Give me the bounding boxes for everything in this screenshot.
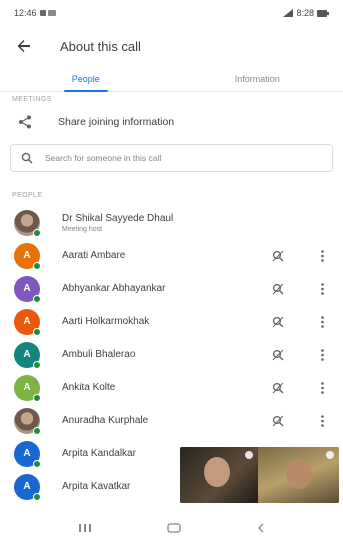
mic-mute-icon[interactable] [271,315,285,329]
participant-name: Aarati Ambare [62,250,126,261]
participant-row[interactable]: A Abhyankar Abhayankar [0,272,343,305]
arrow-left-icon [17,40,30,52]
recents-icon[interactable] [78,523,92,533]
participant-name: Ambuli Bhalerao [62,349,136,360]
app-bar: About this call [0,26,343,66]
more-vertical-icon[interactable] [319,315,325,329]
signal-icon [283,9,294,17]
avatar-initial: A [23,349,31,360]
avatar: A [14,440,41,468]
search-placeholder: Search for someone in this call [45,153,162,163]
online-status-dot [33,492,41,501]
avatar: A [14,374,41,402]
back-button[interactable] [12,34,36,58]
search-icon [21,152,33,164]
online-status-dot [33,261,41,270]
status-left: 12:46 [14,8,58,18]
avatar-initial: A [23,382,31,393]
status-bar: 12:46 8:28 [0,0,343,26]
avatar-initial: A [23,283,31,294]
share-label: Share joining information [58,116,175,128]
participant-actions [271,315,325,329]
status-right: 8:28 [283,8,329,18]
online-status-dot [33,294,41,303]
mic-mute-icon[interactable] [271,414,285,428]
mic-mute-icon[interactable] [271,348,285,362]
pip-mic-icon [245,451,253,459]
participant-text: Dr Shikal Sayyede Dhaul Meeting host [62,213,331,233]
online-status-dot [33,459,41,468]
participant-name: Abhyankar Abhayankar [62,283,166,294]
mic-mute-icon[interactable] [271,381,285,395]
status-right-text: 8:28 [296,8,314,18]
home-icon[interactable] [166,523,181,533]
participant-actions [271,249,325,263]
tab-information[interactable]: Information [172,66,343,91]
participant-actions [271,348,325,362]
more-vertical-icon[interactable] [319,249,325,263]
pip-face [286,459,312,489]
more-vertical-icon[interactable] [319,414,325,428]
mic-mute-icon[interactable] [271,249,285,263]
back-nav-icon[interactable] [256,523,266,533]
pip-face [204,457,230,487]
section-label-meetings: MEETINGS [12,95,52,103]
avatar: A [14,242,41,270]
participant-name: Ankita Kolte [62,382,116,393]
participant-row[interactable]: A Ambuli Bhalerao [0,338,343,371]
participant-actions [271,282,325,296]
participant-actions [271,381,325,395]
participant-name: Aarti Holkarmokhak [62,316,150,327]
avatar: A [14,308,41,336]
participant-text: Aarti Holkarmokhak [62,316,271,327]
battery-icon [317,9,329,17]
online-status-dot [33,228,41,237]
tab-bar: People Information [0,66,343,92]
participant-row[interactable]: A Ankita Kolte [0,371,343,404]
more-vertical-icon[interactable] [319,282,325,296]
online-status-dot [33,426,41,435]
avatar [14,209,41,237]
section-label-people: PEOPLE [12,191,43,199]
participant-row[interactable]: A Aarti Holkarmokhak [0,305,343,338]
more-vertical-icon[interactable] [319,348,325,362]
avatar-initial: A [23,448,31,459]
participant-text: Aarati Ambare [62,250,271,261]
participant-role: Meeting host [62,225,103,233]
pip-video-tile [258,447,339,503]
participant-row[interactable]: Anuradha Kurphale [0,404,343,437]
pip-video-tile [180,447,258,503]
avatar-initial: A [23,250,31,261]
page-title: About this call [60,38,141,54]
online-status-dot [33,327,41,336]
system-nav-bar [0,514,343,542]
avatar: A [14,473,41,501]
participant-name: Anuradha Kurphale [62,415,149,426]
participant-row[interactable]: Dr Shikal Sayyede Dhaul Meeting host [0,206,343,239]
avatar-initial: A [23,316,31,327]
avatar-initial: A [23,481,31,492]
more-vertical-icon[interactable] [319,381,325,395]
participant-text: Anuradha Kurphale [62,415,271,426]
picture-in-picture-video[interactable] [180,447,339,503]
participant-text: Ambuli Bhalerao [62,349,271,360]
online-status-dot [33,393,41,402]
mic-mute-icon[interactable] [271,282,285,296]
search-input[interactable]: Search for someone in this call [10,144,333,172]
online-status-dot [33,360,41,369]
participant-text: Ankita Kolte [62,382,271,393]
share-icon [19,115,31,129]
avatar [14,407,41,435]
tab-people[interactable]: People [0,66,172,91]
status-time: 12:46 [14,8,37,18]
avatar: A [14,275,41,303]
participant-actions [271,414,325,428]
participant-row[interactable]: A Aarati Ambare [0,239,343,272]
pip-mic-icon [326,451,334,459]
avatar: A [14,341,41,369]
participant-name: Dr Shikal Sayyede Dhaul [62,212,174,224]
participant-text: Abhyankar Abhayankar [62,283,271,294]
share-joining-info-button[interactable]: Share joining information [0,106,343,138]
notification-icon [39,10,56,16]
